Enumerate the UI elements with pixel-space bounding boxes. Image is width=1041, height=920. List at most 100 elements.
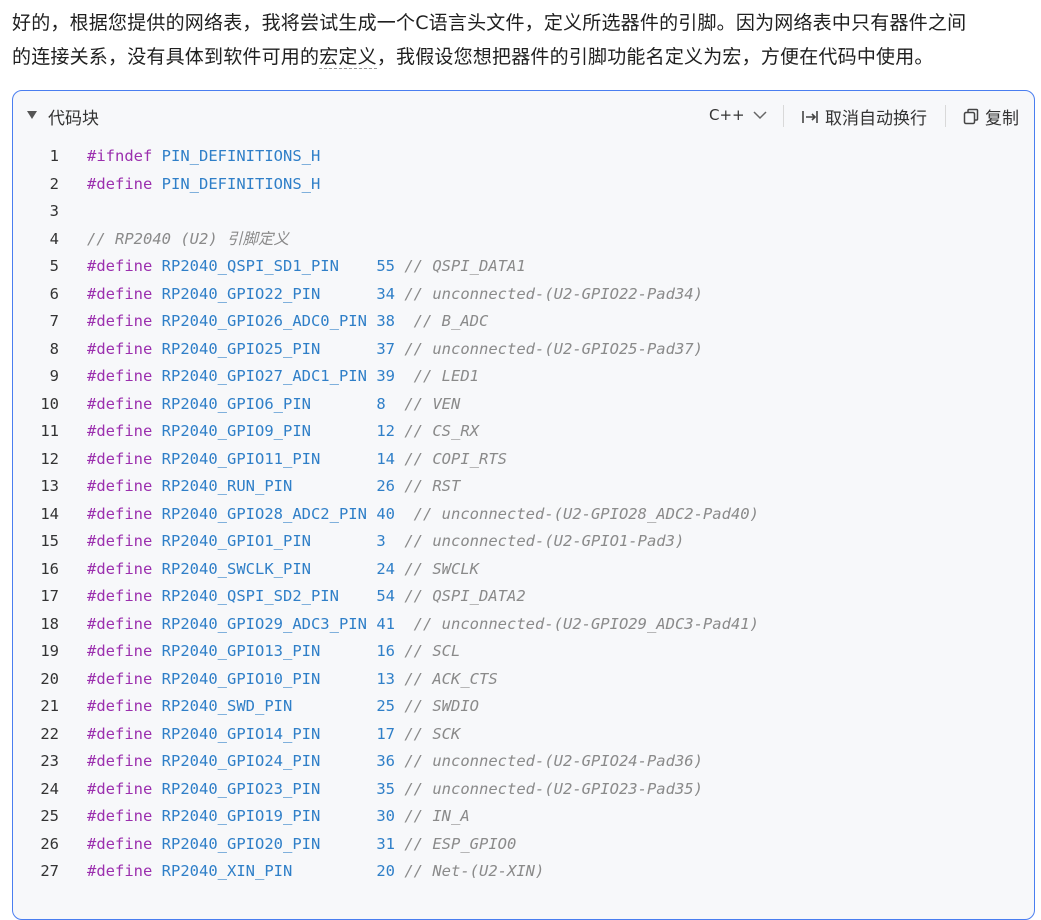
collapse-triangle-icon[interactable] <box>26 110 38 120</box>
code-text: #define RP2040_GPIO10_PIN 13 // ACK_CTS <box>87 666 498 693</box>
code-text: #define RP2040_GPIO14_PIN 17 // SCK <box>87 721 460 748</box>
header-divider <box>783 105 784 127</box>
preprocessor-keyword: #ifndef <box>87 147 153 165</box>
code-comment: // RST <box>404 477 461 495</box>
language-label: C++ <box>709 106 745 124</box>
preprocessor-keyword: #define <box>87 697 153 715</box>
macro-name: RP2040_GPIO20_PIN <box>161 834 321 853</box>
code-block: 代码块 C++ 取消自动换行 复制 1 #ifndef PIN_DEFINITIO… <box>12 90 1035 920</box>
code-comment: // Net-(U2-XIN) <box>404 862 545 880</box>
language-selector[interactable]: C++ <box>709 106 767 124</box>
code-comment: // unconnected-(U2-GPIO29_ADC3-Pad41) <box>404 614 759 633</box>
pin-number: 41 <box>376 614 395 633</box>
copy-button[interactable]: 复制 <box>963 104 1019 129</box>
padding <box>320 285 367 303</box>
assistant-message-intro: 好的，根据您提供的网络表，我将尝试生成一个C语言头文件，定义所选器件的引脚。因为… <box>12 6 1032 74</box>
pin-number: 38 <box>376 312 395 330</box>
line-number: 3 <box>49 202 59 220</box>
preprocessor-keyword: #define <box>87 807 153 825</box>
pin-number: 31 <box>376 834 395 853</box>
preprocessor-keyword: #define <box>87 834 153 853</box>
preprocessor-keyword: #define <box>87 862 153 880</box>
code-comment: // QSPI_DATA2 <box>404 587 526 605</box>
toggle-wrap-button[interactable]: 取消自动换行 <box>801 104 927 129</box>
code-text: #define RP2040_GPIO1_PIN 3 // unconnecte… <box>87 528 684 555</box>
padding <box>320 807 367 825</box>
line-number: 7 <box>49 312 59 330</box>
pin-number: 34 <box>376 284 395 303</box>
pin-number: 35 <box>376 779 395 798</box>
intro-underlined-term[interactable]: 宏定义 <box>319 46 377 69</box>
code-block-title: 代码块 <box>48 109 99 129</box>
code-text: #define RP2040_QSPI_SD1_PIN 55 // QSPI_D… <box>87 253 526 280</box>
padding <box>292 477 367 495</box>
code-comment: // unconnected-(U2-GPIO24-Pad36) <box>404 752 703 770</box>
preprocessor-keyword: #define <box>87 312 153 330</box>
pin-number: 40 <box>376 504 395 523</box>
pin-number: 39 <box>376 367 395 385</box>
line-number: 10 <box>40 394 59 413</box>
pin-number: 25 <box>376 697 395 715</box>
macro-name: RP2040_QSPI_SD1_PIN <box>161 257 339 275</box>
code-text: #define RP2040_GPIO27_ADC1_PIN 39 // LED… <box>87 363 479 390</box>
line-number: 1 <box>49 147 59 165</box>
code-text: #define RP2040_GPIO24_PIN 36 // unconnec… <box>87 748 703 775</box>
line-number: 8 <box>49 339 59 358</box>
preprocessor-keyword: #define <box>87 477 153 495</box>
code-comment: // unconnected-(U2-GPIO25-Pad37) <box>404 339 703 358</box>
code-text: #define RP2040_QSPI_SD2_PIN 54 // QSPI_D… <box>87 583 526 610</box>
code-text: #define PIN_DEFINITIONS_H <box>87 171 320 198</box>
macro-name: PIN_DEFINITIONS_H <box>161 147 321 165</box>
code-text: #define RP2040_GPIO25_PIN 37 // unconnec… <box>87 336 703 363</box>
pin-number: 14 <box>376 449 395 468</box>
preprocessor-keyword: #define <box>87 669 153 688</box>
code-comment: // QSPI_DATA1 <box>404 257 526 275</box>
pin-number: 30 <box>376 807 395 825</box>
code-comment: // ACK_CTS <box>404 669 498 688</box>
preprocessor-keyword: #define <box>87 394 153 413</box>
intro-line-2: 的连接关系，没有具体到软件可用的宏定义，我假设您想把器件的引脚功能名定义为宏，方… <box>12 40 1032 74</box>
line-number: 19 <box>40 642 59 660</box>
padding <box>311 532 367 550</box>
preprocessor-keyword: #define <box>87 779 153 798</box>
code-comment: // IN_A <box>404 807 470 825</box>
padding <box>311 560 367 578</box>
pin-number: 13 <box>376 669 395 688</box>
macro-name: RP2040_GPIO27_ADC1_PIN <box>161 367 367 385</box>
macro-name: RP2040_GPIO29_ADC3_PIN <box>161 614 367 633</box>
pin-number: 37 <box>376 339 395 358</box>
macro-name: RP2040_GPIO1_PIN <box>161 532 311 550</box>
preprocessor-keyword: #define <box>87 174 153 193</box>
copy-label: 复制 <box>985 109 1019 129</box>
pin-number: 26 <box>376 477 395 495</box>
code-comment: // SCK <box>404 724 461 743</box>
code-text: #define RP2040_RUN_PIN 26 // RST <box>87 473 460 500</box>
line-number: 18 <box>40 614 59 633</box>
macro-name: RP2040_SWD_PIN <box>161 697 293 715</box>
code-text: #define RP2040_GPIO23_PIN 35 // unconnec… <box>87 776 703 803</box>
code-block-header: 代码块 C++ 取消自动换行 复制 <box>13 91 1034 141</box>
preprocessor-keyword: #define <box>87 724 153 743</box>
code-text: #ifndef PIN_DEFINITIONS_H <box>87 143 320 170</box>
padding <box>339 587 367 605</box>
line-number: 26 <box>40 834 59 853</box>
line-number: 23 <box>40 752 59 770</box>
preprocessor-keyword: #define <box>87 642 153 660</box>
line-number: 11 <box>40 422 59 440</box>
line-number: 5 <box>49 257 59 275</box>
macro-name: RP2040_SWCLK_PIN <box>161 559 311 578</box>
macro-name: RP2040_RUN_PIN <box>161 477 293 495</box>
intro-line-2-after: ，我假设您想把器件的引脚功能名定义为宏，方便在代码中使用。 <box>376 46 934 68</box>
code-comment: // VEN <box>404 394 461 413</box>
preprocessor-keyword: #define <box>87 752 153 770</box>
line-number: 15 <box>40 532 59 550</box>
wrap-toggle-icon <box>802 110 818 123</box>
padding <box>311 422 367 440</box>
padding <box>320 835 367 853</box>
line-number: 4 <box>49 229 59 248</box>
line-number: 6 <box>49 284 59 303</box>
padding <box>339 257 367 275</box>
code-comment: // B_ADC <box>404 312 489 330</box>
code-text: #define RP2040_SWD_PIN 25 // SWDIO <box>87 693 479 720</box>
macro-name: RP2040_GPIO9_PIN <box>161 422 311 440</box>
